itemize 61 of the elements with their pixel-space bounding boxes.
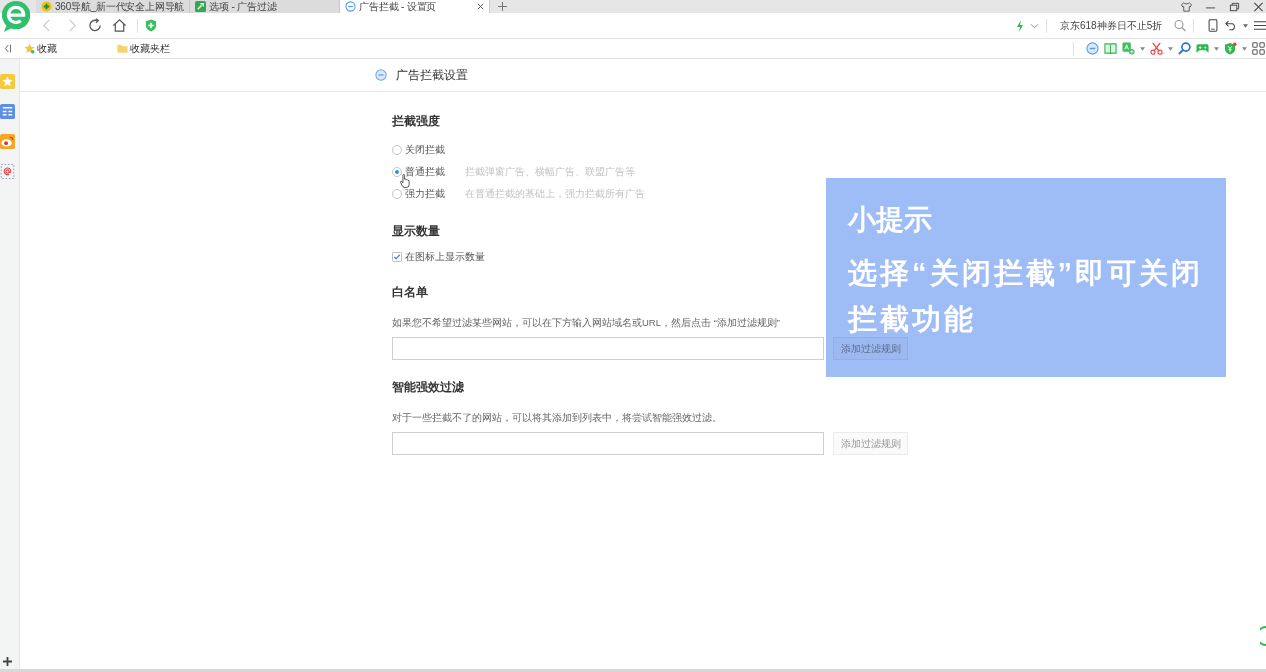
option-label[interactable]: 关闭拦截 xyxy=(405,143,445,157)
magnifier-icon[interactable] xyxy=(1178,42,1191,55)
caret-icon[interactable] xyxy=(1140,46,1145,51)
book-icon[interactable] xyxy=(1104,42,1117,55)
section-heading: 白名单 xyxy=(392,284,429,300)
ring-icon[interactable] xyxy=(1260,626,1266,646)
page-title: 广告拦截设置 xyxy=(396,67,468,83)
block-icon xyxy=(375,69,387,81)
home-icon[interactable] xyxy=(112,18,127,33)
menu-icon[interactable] xyxy=(1254,19,1266,32)
site-icon xyxy=(41,1,52,12)
restore-icon[interactable] xyxy=(1229,1,1240,12)
search-icon[interactable] xyxy=(1174,19,1186,32)
gamepad-icon[interactable] xyxy=(1196,42,1209,55)
folder-icon xyxy=(117,43,128,54)
checkbox-label[interactable]: 在图标上显示数量 xyxy=(405,250,485,264)
shield-icon[interactable] xyxy=(145,19,157,32)
chevron-down-icon[interactable] xyxy=(1030,22,1039,29)
caret-icon[interactable] xyxy=(1214,46,1219,51)
collapse-icon[interactable] xyxy=(4,44,11,53)
add-icon[interactable] xyxy=(3,657,12,666)
option-label[interactable]: 普通拦截 xyxy=(405,165,445,179)
eye-icon[interactable] xyxy=(0,134,15,149)
tablet-icon[interactable] xyxy=(1207,19,1219,32)
input-field[interactable] xyxy=(392,432,824,455)
news-icon[interactable] xyxy=(0,104,15,119)
at-sign-icon[interactable] xyxy=(0,164,15,179)
option-label[interactable]: 强力拦截 xyxy=(405,187,445,201)
lightning-icon[interactable] xyxy=(1016,19,1024,32)
input-field[interactable] xyxy=(392,337,824,360)
bookmark-item[interactable]: 收藏夹栏 xyxy=(117,41,170,56)
checkbox[interactable] xyxy=(392,252,402,262)
refresh-icon[interactable] xyxy=(88,18,103,33)
section-description: 对于一些拦截不了的网站，可以将其添加到列表中，将尝试智能强效过滤。 xyxy=(392,412,723,424)
section-description: 如果您不希望过滤某些网站，可以在下方输入网站域名或URL，然后点击 “添加过滤规则” xyxy=(392,317,781,329)
star-icon xyxy=(24,43,35,54)
undo-icon[interactable] xyxy=(1225,19,1237,32)
close-icon[interactable] xyxy=(477,3,485,10)
bookmark-item[interactable]: 收藏 xyxy=(24,41,57,56)
shield-icon[interactable] xyxy=(1224,42,1237,55)
translate-icon[interactable] xyxy=(1122,42,1135,55)
block-icon[interactable] xyxy=(1086,42,1099,55)
section-heading: 显示数量 xyxy=(392,223,441,239)
section-heading: 智能强效过滤 xyxy=(392,379,465,395)
scissors-icon[interactable] xyxy=(1150,42,1163,55)
browser-tab[interactable]: 广告拦截 - 设置页 xyxy=(340,0,491,13)
tip-text: 选择“关闭拦截”即可关闭拦截功能 xyxy=(848,256,1204,337)
search-field[interactable]: 京东618神券日不止5折 xyxy=(1060,20,1168,31)
block-icon xyxy=(345,1,357,12)
shirt-icon[interactable] xyxy=(1181,1,1192,12)
caret-icon[interactable] xyxy=(1243,23,1248,28)
section-heading: 拦截强度 xyxy=(392,113,441,129)
browser-tab[interactable]: 选项 - 广告过滤 xyxy=(190,0,341,13)
star-icon[interactable] xyxy=(0,74,15,89)
close-icon[interactable] xyxy=(1253,1,1264,12)
grid-icon[interactable] xyxy=(1252,42,1265,55)
tip-title: 小提示 xyxy=(848,203,932,237)
caret-icon[interactable] xyxy=(1168,46,1173,51)
new-tab-icon[interactable] xyxy=(498,2,508,11)
browser-tab[interactable]: 360导航_新一代安全上网导航 xyxy=(36,0,191,13)
caret-icon[interactable] xyxy=(1242,46,1247,51)
